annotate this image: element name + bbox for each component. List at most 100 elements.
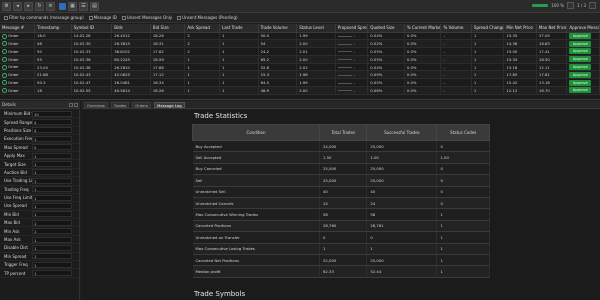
approve-button[interactable]: Approve: [569, 79, 592, 86]
setting-input[interactable]: 1: [32, 169, 72, 176]
stats-cell: 28,760: [319, 220, 368, 233]
table-cell: 2.01: [296, 47, 336, 56]
dock-icon[interactable]: [69, 102, 73, 107]
approve-button[interactable]: Approve: [569, 71, 592, 78]
column-header[interactable]: Message #: [0, 24, 36, 33]
zoom-slider[interactable]: [532, 4, 549, 7]
tab-overview[interactable]: Overview: [84, 101, 108, 108]
spread-bar: [337, 82, 352, 84]
column-header[interactable]: Bid Size: [150, 24, 186, 33]
refresh-icon[interactable]: ↻: [35, 1, 44, 11]
approve-button[interactable]: Approve: [569, 87, 592, 94]
table-row[interactable]: Order 46 10.02.30 26.3815 18.31 2 1 54 2.00-0.02…: [0, 39, 600, 49]
setting-input[interactable]: 1: [32, 202, 72, 209]
setting-input[interactable]: 1: [32, 253, 72, 260]
table-cell: 10.02.38: [71, 63, 113, 72]
back-icon[interactable]: ◂: [13, 1, 22, 11]
tab-message-log[interactable]: Message Log: [154, 101, 185, 108]
setting-row: TP percent 1: [0, 269, 79, 278]
column-header[interactable]: Last Trade: [219, 24, 259, 33]
table-cell: 12.11: [536, 63, 568, 72]
column-header[interactable]: Approve Message: [566, 24, 600, 33]
column-header[interactable]: Status Level: [296, 24, 336, 33]
table-row[interactable]: Order 55 10.02.36 60.2245 16.59 1 1 65.2 2.00-0.…: [0, 55, 600, 64]
approve-button[interactable]: Approve: [569, 64, 592, 71]
stats-cell: Max Consecutive Winning Trades: [192, 208, 320, 221]
setting-input[interactable]: 1: [32, 152, 72, 159]
stats-cell: 40: [366, 186, 438, 198]
stats-cell: 25,000: [319, 163, 368, 176]
setting-input[interactable]: 10: [32, 110, 72, 117]
spread-bar-cell: -: [335, 39, 369, 49]
column-header[interactable]: Timestamp: [34, 24, 72, 33]
column-header[interactable]: Spread Change: [471, 24, 505, 33]
layout-icon[interactable]: ▦: [68, 1, 77, 11]
forward-icon[interactable]: ▸: [24, 1, 33, 11]
setting-input[interactable]: 1: [32, 161, 72, 168]
setting-label: Use Trading Limits: [4, 178, 32, 184]
tab-trades[interactable]: Trades: [110, 101, 130, 108]
cell-text: Order: [8, 79, 19, 85]
list-icon[interactable]: ☰: [79, 1, 88, 11]
table-row[interactable]: Order 50.3 10.02.47 26.0481 16.34 1 1 64.5 1.99-…: [0, 78, 600, 88]
column-header[interactable]: % Current Market: [404, 24, 442, 33]
tab-orders[interactable]: Orders: [132, 101, 152, 108]
setting-input[interactable]: 4: [32, 119, 72, 126]
approve-button[interactable]: Approve: [569, 32, 592, 39]
column-header[interactable]: Bids: [111, 24, 151, 33]
table-row[interactable]: Order 18 10.02.55 40.5614 18.26 1 1 46.9 2.00-0.…: [0, 86, 600, 95]
approve-button[interactable]: Approve: [569, 48, 592, 55]
setting-input[interactable]: 1: [32, 261, 72, 268]
setting-input[interactable]: 1: [32, 228, 72, 235]
column-header[interactable]: Proposed Spread: [335, 24, 369, 33]
setting-input[interactable]: 1: [32, 177, 72, 184]
gear-icon[interactable]: ⚙: [2, 1, 11, 11]
settings-panel: Minimum Bid Size10Spread Range4Positions…: [0, 110, 80, 300]
setting-input[interactable]: 1: [32, 236, 72, 243]
stats-row: Max Consecutive Losing Trades 1 1 1: [192, 243, 490, 255]
splitter[interactable]: [0, 99, 600, 100]
approve-button[interactable]: Approve: [569, 56, 592, 63]
setting-input[interactable]: 1: [32, 211, 72, 218]
table-cell: 0.05%: [367, 55, 405, 64]
setting-input[interactable]: 5: [32, 144, 72, 151]
column-header[interactable]: Ask Spread: [184, 24, 220, 33]
filter-icon[interactable]: ≡: [46, 1, 55, 11]
setting-label: Positions Size: [4, 127, 32, 133]
approve-button[interactable]: Approve: [569, 40, 592, 47]
setting-input[interactable]: 1: [32, 135, 72, 142]
left-panel-tabbar: Details: [0, 101, 80, 109]
close-icon[interactable]: [589, 2, 596, 9]
table-row[interactable]: Order 23.04 10.02.38 26.2810 17.68 1 1 52.8 2.02…: [0, 63, 600, 72]
chart-icon[interactable]: ▤: [90, 1, 99, 11]
approve-cell: Approve: [566, 86, 600, 95]
filter-commands-checkbox[interactable]: Filter by commands (message group): [4, 15, 84, 20]
setting-input[interactable]: 1: [32, 194, 72, 201]
tab-details[interactable]: Details: [2, 102, 16, 107]
setting-input[interactable]: 1: [32, 244, 72, 251]
filter-pending-checkbox[interactable]: Unsent Messages (Pending): [177, 15, 238, 20]
top-toolbar: ⚙ ◂ ▸ ↻ ≡ ▦ ☰ ▤ 100 % 1 / 3: [0, 0, 600, 13]
column-header[interactable]: Quoted Size: [367, 24, 405, 33]
filter-message-id-checkbox[interactable]: Message ID: [88, 15, 117, 20]
table-cell: 1: [184, 78, 220, 88]
column-header[interactable]: Min Net Price: [503, 24, 537, 33]
close-icon[interactable]: [74, 102, 78, 107]
pin-icon[interactable]: [567, 2, 575, 9]
column-header[interactable]: Symbol ID: [71, 24, 113, 33]
table-cell: 16.83: [536, 39, 568, 49]
column-header[interactable]: % Volume: [440, 24, 472, 33]
setting-input[interactable]: 1: [32, 219, 72, 226]
column-header[interactable]: Max Net Price: [536, 24, 568, 33]
setting-input[interactable]: 1: [32, 186, 72, 193]
table-row[interactable]: Order 50 10.02.33 38.8102 17.62 2 1 24.2 2.01-0.…: [0, 47, 600, 56]
table-cell: 1: [219, 78, 259, 88]
zoom-label: 100 %: [551, 3, 565, 8]
table-row[interactable]: Order 16.0 14.02.28 26.4512 18.26 2 1 50.0 1.99-…: [0, 32, 600, 41]
status-icon: [2, 80, 7, 86]
filter-unsent-checkbox[interactable]: Unsent Messages Only: [121, 15, 172, 20]
setting-input[interactable]: 4: [32, 127, 72, 134]
setting-input[interactable]: 1: [32, 270, 72, 277]
column-header[interactable]: Trade Volume: [258, 24, 298, 33]
table-row[interactable]: Order 21.86 10.02.43 42.0625 17.12 1 1 15.3 1.98…: [0, 70, 600, 80]
